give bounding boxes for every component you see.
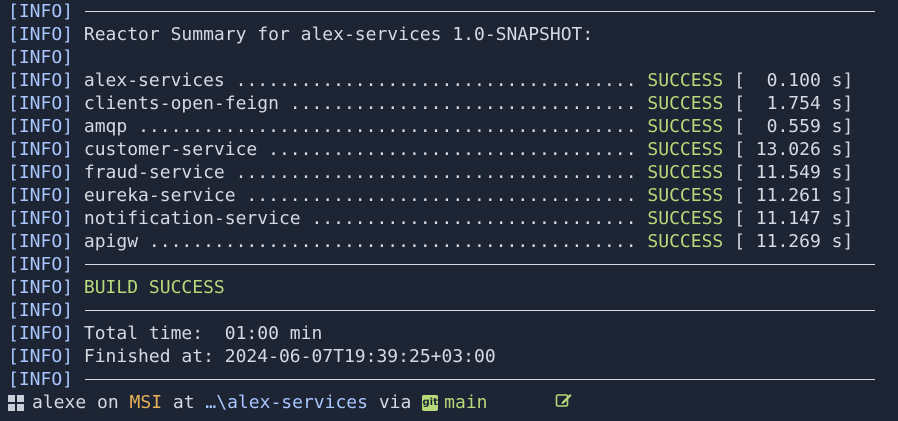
module-status: SUCCESS	[647, 93, 724, 114]
leader-dots: ................................	[278, 93, 648, 114]
module-name: clients-open-feign	[83, 93, 279, 114]
prompt-path: …\alex-services	[205, 392, 368, 413]
module-row: [INFO] customer-service ................…	[8, 138, 892, 161]
prompt-user: alexe	[32, 392, 87, 413]
prompt-host: MSI	[129, 392, 163, 413]
module-time: [ 11.147 s]	[734, 208, 854, 229]
module-row: [INFO] amqp ............................…	[8, 115, 892, 138]
module-status: SUCCESS	[647, 162, 724, 183]
module-time: [ 11.269 s]	[734, 231, 854, 252]
module-time: [ 1.754 s]	[734, 93, 854, 114]
info-tag: [INFO]	[8, 300, 74, 321]
total-time-line: [INFO] Total time: 01:00 min	[8, 322, 892, 345]
leader-dots: ........................................…	[138, 231, 648, 252]
info-tag: [INFO]	[8, 139, 74, 160]
info-tag: [INFO]	[8, 208, 74, 229]
module-name: fraud-service	[83, 162, 225, 183]
module-row: [INFO] notification-service ............…	[8, 207, 892, 230]
horizontal-rule	[85, 11, 876, 12]
info-tag: [INFO]	[8, 1, 74, 22]
module-status: SUCCESS	[647, 116, 724, 137]
info-tag: [INFO]	[8, 116, 74, 137]
prompt-via: via	[367, 392, 423, 413]
separator-line: [INFO]	[8, 368, 892, 391]
terminal-output: [INFO] [INFO] Reactor Summary for alex-s…	[8, 0, 892, 414]
summary-header: Reactor Summary for alex-services 1.0-SN…	[83, 24, 594, 45]
separator-line: [INFO]	[8, 299, 892, 322]
info-tag: [INFO]	[8, 47, 74, 68]
module-time: [ 13.026 s]	[734, 139, 854, 160]
module-time: [ 11.261 s]	[734, 185, 854, 206]
separator-line: [INFO]	[8, 0, 892, 23]
build-result: BUILD SUCCESS	[83, 277, 225, 298]
module-name: amqp	[83, 116, 128, 137]
finished-at: Finished at: 2024-06-07T19:39:25+03:00	[83, 346, 496, 367]
info-tag: [INFO]	[8, 231, 74, 252]
module-status: SUCCESS	[647, 70, 724, 91]
leader-dots: ....................................	[235, 185, 648, 206]
blank-info-line: [INFO]	[8, 46, 892, 69]
git-icon: git	[422, 394, 439, 411]
edit-icon	[490, 391, 573, 414]
module-name: customer-service	[83, 139, 258, 160]
leader-dots: .....................................	[224, 162, 648, 183]
leader-dots: .....................................	[224, 70, 648, 91]
windows-icon	[8, 394, 24, 411]
info-tag: [INFO]	[8, 346, 74, 367]
info-tag: [INFO]	[8, 323, 74, 344]
module-status: SUCCESS	[647, 139, 724, 160]
info-tag: [INFO]	[8, 277, 74, 298]
leader-dots: ..............................	[300, 208, 648, 229]
shell-prompt[interactable]: alexe on MSI at …\alex-services via git …	[8, 391, 892, 414]
module-time: [ 0.559 s]	[734, 116, 854, 137]
finished-at-line: [INFO] Finished at: 2024-06-07T19:39:25+…	[8, 345, 892, 368]
info-tag: [INFO]	[8, 70, 74, 91]
info-tag: [INFO]	[8, 24, 74, 45]
leader-dots: ..................................	[257, 139, 648, 160]
module-row: [INFO] apigw ...........................…	[8, 230, 892, 253]
info-tag: [INFO]	[8, 369, 74, 390]
horizontal-rule	[85, 379, 876, 380]
prompt-on: on	[86, 392, 130, 413]
info-tag: [INFO]	[8, 162, 74, 183]
prompt-at: at	[162, 392, 206, 413]
module-row: [INFO] clients-open-feign ..............…	[8, 92, 892, 115]
module-name: notification-service	[83, 208, 301, 229]
info-tag: [INFO]	[8, 93, 74, 114]
separator-line: [INFO]	[8, 253, 892, 276]
module-name: apigw	[83, 231, 139, 252]
horizontal-rule	[85, 264, 876, 265]
module-row: [INFO] fraud-service ...................…	[8, 161, 892, 184]
summary-header-line: [INFO] Reactor Summary for alex-services…	[8, 23, 892, 46]
module-status: SUCCESS	[647, 208, 724, 229]
module-time: [ 11.549 s]	[734, 162, 854, 183]
module-status: SUCCESS	[647, 185, 724, 206]
module-name: eureka-service	[83, 185, 236, 206]
leader-dots: ........................................…	[127, 116, 648, 137]
build-result-line: [INFO] BUILD SUCCESS	[8, 276, 892, 299]
module-status: SUCCESS	[647, 231, 724, 252]
horizontal-rule	[85, 310, 876, 311]
module-name: alex-services	[83, 70, 225, 91]
prompt-branch: main	[444, 392, 488, 413]
module-row: [INFO] alex-services ...................…	[8, 69, 892, 92]
total-time: Total time: 01:00 min	[83, 323, 323, 344]
info-tag: [INFO]	[8, 254, 74, 275]
module-row: [INFO] eureka-service ..................…	[8, 184, 892, 207]
info-tag: [INFO]	[8, 185, 74, 206]
module-time: [ 0.100 s]	[734, 70, 854, 91]
